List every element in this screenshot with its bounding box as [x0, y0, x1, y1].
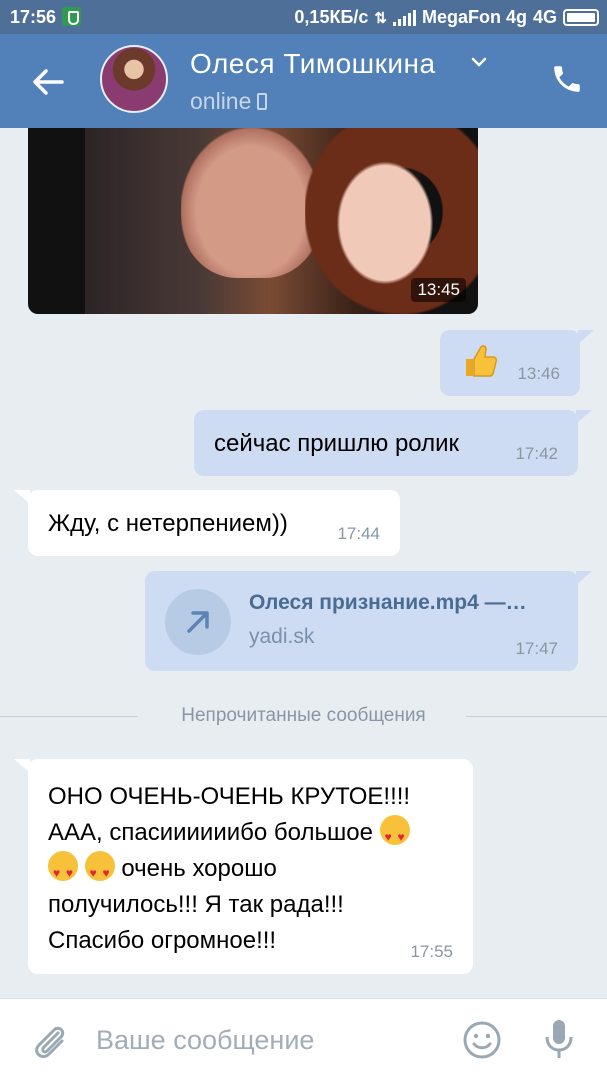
message-text: сейчас пришлю ролик: [214, 430, 460, 457]
emoji-smile-icon[interactable]: [462, 1020, 502, 1060]
message-composer: Ваше сообщение: [0, 998, 607, 1080]
outgoing-file-message[interactable]: Олеся признание.mp4 —… yadi.sk 17:47: [145, 571, 592, 671]
status-bar: 17:56 0,15КБ/с ⇅ MegaFon 4g 4G: [0, 0, 607, 34]
outgoing-message[interactable]: 13:46: [440, 330, 594, 396]
chat-header: Олеся Тимошкина online: [0, 34, 607, 128]
photo-image[interactable]: [85, 128, 478, 314]
signal-icon: [392, 9, 416, 26]
message-time: 17:47: [515, 639, 558, 658]
battery-icon: [563, 9, 599, 26]
file-host: yadi.sk: [249, 625, 315, 648]
shield-icon: [62, 7, 81, 26]
back-arrow-icon[interactable]: [28, 62, 68, 102]
heart-eyes-emoji-icon: [48, 851, 78, 891]
heart-eyes-emoji-icon: [379, 815, 410, 855]
mobile-device-icon: [257, 93, 268, 110]
unread-divider-label: Непрочитанные сообщения: [181, 705, 426, 726]
clock: 17:56: [10, 7, 57, 27]
message-text: ОНО ОЧЕНЬ-ОЧЕНЬ КРУТОЕ!!!! ААА, спасииии…: [48, 779, 458, 959]
message-list[interactable]: 13:45 13:46 сейчас пришлю ролик 17:42 Жд…: [0, 128, 607, 998]
message-time: 13:46: [517, 364, 560, 383]
contact-status: online: [190, 88, 268, 115]
message-text: Жду, с нетерпением)): [48, 510, 288, 537]
message-input[interactable]: Ваше сообщение: [96, 1025, 314, 1056]
outgoing-message[interactable]: сейчас пришлю ролик 17:42: [194, 410, 592, 476]
thumbs-up-icon: [466, 345, 498, 377]
network-speed: 0,15КБ/с: [294, 7, 369, 27]
arrow-up-right-icon: [187, 611, 209, 633]
incoming-message[interactable]: ОНО ОЧЕНЬ-ОЧЕНЬ КРУТОЕ!!!! ААА, спасииии…: [14, 759, 473, 974]
message-time: 17:55: [410, 942, 453, 961]
paperclip-icon[interactable]: [30, 1019, 70, 1061]
data-transfer-icon: ⇅: [374, 9, 387, 27]
incoming-message[interactable]: Жду, с нетерпением)) 17:44: [14, 490, 400, 556]
message-time: 17:42: [515, 444, 558, 463]
file-name[interactable]: Олеся признание.mp4 —…: [249, 591, 527, 615]
network-type: 4G: [532, 7, 557, 27]
microphone-icon[interactable]: [542, 1017, 576, 1061]
online-status-text: online: [190, 88, 252, 114]
unread-divider: Непрочитанные сообщения: [0, 703, 607, 729]
contact-avatar[interactable]: [100, 45, 168, 113]
photo-message[interactable]: 13:45: [28, 128, 478, 314]
status-right: 0,15КБ/с ⇅ MegaFon 4g 4G: [294, 7, 599, 28]
carrier-name: MegaFon 4g: [421, 7, 527, 27]
message-time: 13:45: [411, 278, 466, 302]
file-link-button[interactable]: [165, 589, 231, 655]
message-time: 17:44: [337, 524, 380, 543]
chevron-down-icon[interactable]: [469, 52, 489, 72]
phone-call-icon[interactable]: [550, 62, 584, 96]
contact-name[interactable]: Олеся Тимошкина: [190, 48, 436, 80]
heart-eyes-emoji-icon: [84, 851, 115, 891]
